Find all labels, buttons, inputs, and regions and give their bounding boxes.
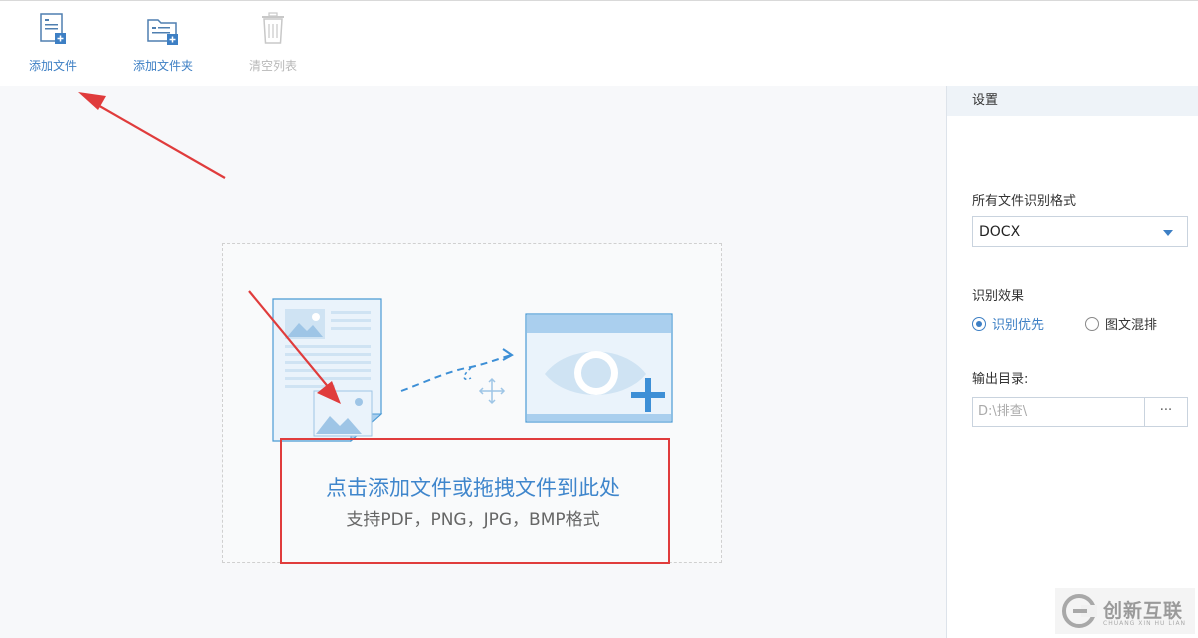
clear-list-button[interactable]: 清空列表 [228,11,318,81]
clear-list-label: 清空列表 [248,59,297,73]
watermark-logo-icon [1062,594,1097,628]
chevron-down-icon [1163,230,1173,236]
drop-illustration-icon [272,298,673,443]
add-file-label: 添加文件 [28,59,77,73]
browse-button[interactable]: ··· [1144,397,1188,427]
trash-icon [262,12,284,44]
radio-unchecked-icon [1085,316,1099,331]
output-label: 输出目录: [972,372,1029,387]
add-file-icon [40,13,66,44]
radio-checked-icon [972,316,986,331]
watermark-text: 创新互联 [1103,600,1184,622]
app-window: 添加文件 添加文件夹 清空列表 点击添加文件或拖拽文件到此处 支持PDF，PNG… [0,0,1198,638]
format-select-value: DOCX [979,224,1021,240]
add-folder-icon [147,19,178,45]
effect-label: 识别效果 [972,289,1025,304]
add-folder-button[interactable]: 添加文件夹 [118,11,208,81]
format-label: 所有文件识别格式 [972,194,1077,209]
settings-header: 设置 [947,86,1198,116]
format-select[interactable]: DOCX [972,216,1188,247]
settings-panel: 设置 所有文件识别格式 DOCX 识别效果 识别优先 图文混排 输出目录: D:… [946,86,1198,638]
toolbar: 添加文件 添加文件夹 清空列表 [0,0,1198,86]
drop-zone-subtitle: 支持PDF，PNG，JPG，BMP格式 [346,510,600,530]
watermark: 创新互联 CHUANG XIN HU LIAN [1055,588,1195,634]
effect-option-label: 识别优先 [992,318,1045,333]
effect-option-label: 图文混排 [1105,318,1158,333]
output-dir-input[interactable]: D:\排查\ [972,397,1145,427]
drop-zone[interactable]: 点击添加文件或拖拽文件到此处 支持PDF，PNG，JPG，BMP格式 [222,243,722,563]
add-folder-label: 添加文件夹 [132,59,193,73]
drop-zone-title: 点击添加文件或拖拽文件到此处 [326,476,620,500]
file-list-area: 点击添加文件或拖拽文件到此处 支持PDF，PNG，JPG，BMP格式 [0,86,946,638]
add-file-button[interactable]: 添加文件 [8,11,98,81]
effect-option-mixed-layout[interactable]: 图文混排 [1085,314,1157,333]
watermark-subtext: CHUANG XIN HU LIAN [1103,620,1187,627]
effect-option-recognition-first[interactable]: 识别优先 [972,314,1044,333]
